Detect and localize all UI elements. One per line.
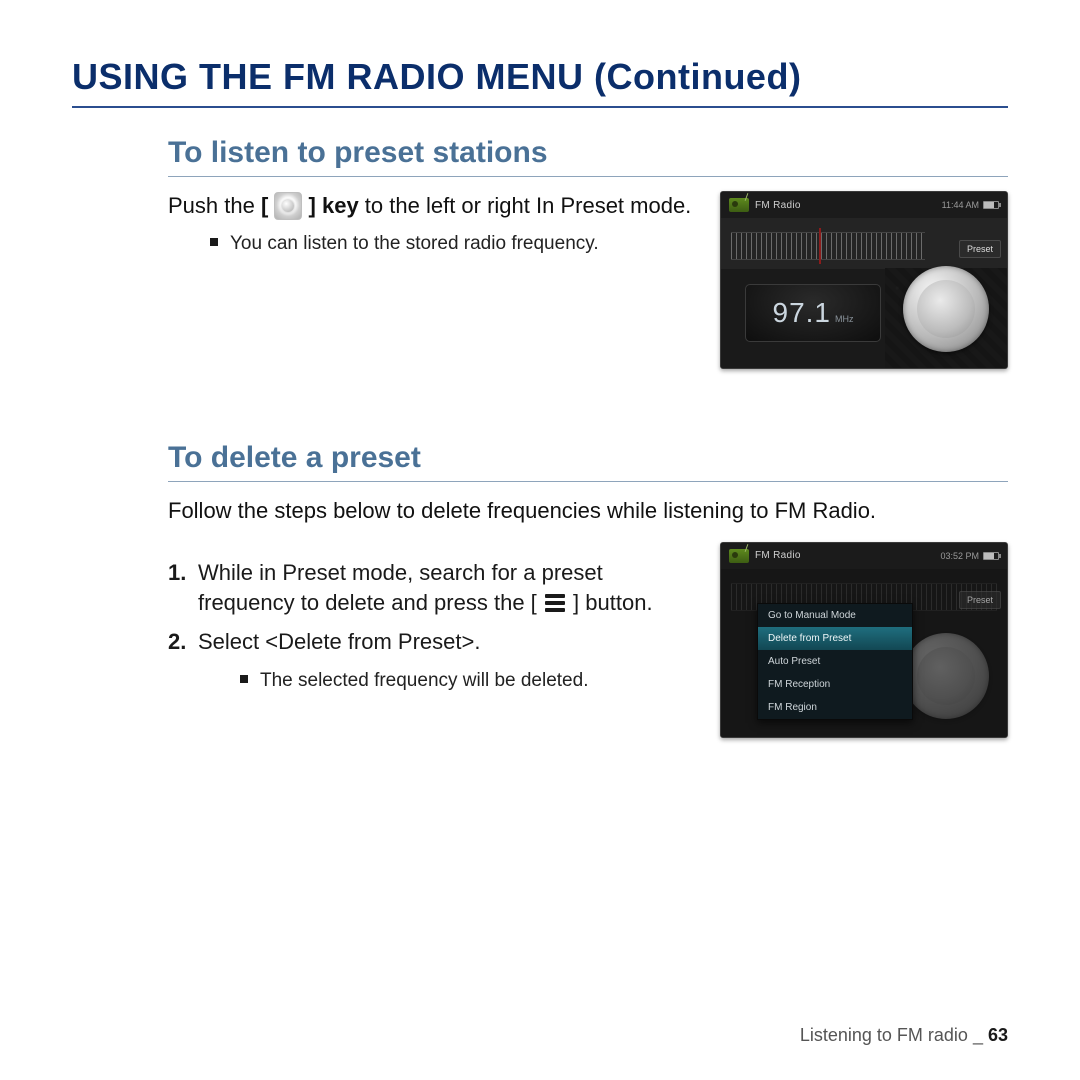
- section1-title: To listen to preset stations: [168, 136, 1008, 177]
- menu-item-delete-preset: Delete from Preset: [758, 627, 912, 650]
- text: Push the: [168, 193, 261, 218]
- frequency-value: 97.1: [773, 285, 832, 329]
- key-label: key: [316, 193, 359, 218]
- text: to the left or right In Preset mode.: [359, 193, 692, 218]
- frequency-unit: MHz: [835, 314, 854, 332]
- status-bar: 11:44 AM: [942, 200, 999, 210]
- bracket-open: [: [261, 193, 268, 218]
- text: .: [474, 629, 480, 654]
- frequency-display: 97.1 MHz: [745, 284, 881, 342]
- screenshot-title: FM Radio: [755, 200, 801, 211]
- tuning-scale: [731, 232, 925, 260]
- tuning-needle: [819, 228, 821, 264]
- nav-key-icon: [274, 192, 302, 220]
- fm-radio-screenshot-menu: FM Radio 03:52 PM Preset Go to Manual Mo…: [720, 542, 1008, 738]
- list-item: The selected frequency will be deleted.: [240, 668, 698, 695]
- fm-radio-screenshot-preset: FM Radio 11:44 AM Preset 97.1 MHz: [720, 191, 1008, 369]
- screenshot-title: FM Radio: [755, 550, 801, 561]
- bracket-open: [: [531, 590, 537, 615]
- radio-icon: [729, 549, 749, 563]
- page-title: USING THE FM RADIO MENU (Continued): [72, 56, 1008, 108]
- menu-item-fm-region: FM Region: [758, 696, 912, 719]
- preset-badge: Preset: [959, 591, 1001, 609]
- section2-steps: While in Preset mode, search for a prese…: [168, 558, 698, 695]
- clock-text: 11:44 AM: [942, 200, 979, 210]
- text: Select: [198, 629, 265, 654]
- section1-bullets: You can listen to the stored radio frequ…: [210, 231, 698, 258]
- context-menu: Go to Manual Mode Delete from Preset Aut…: [757, 603, 913, 720]
- menu-icon: [543, 593, 567, 613]
- battery-icon: [983, 552, 999, 560]
- menu-item-auto-preset: Auto Preset: [758, 650, 912, 673]
- step-1: While in Preset mode, search for a prese…: [168, 558, 698, 620]
- step-2: Select <Delete from Preset>. The selecte…: [168, 627, 698, 694]
- clock-text: 03:52 PM: [940, 551, 979, 561]
- section2-title: To delete a preset: [168, 441, 1008, 482]
- list-item: You can listen to the stored radio frequ…: [210, 231, 698, 258]
- menu-item-fm-reception: FM Reception: [758, 673, 912, 696]
- page-number: 63: [988, 1025, 1008, 1045]
- menu-item-manual-mode: Go to Manual Mode: [758, 604, 912, 627]
- text: .: [646, 590, 652, 615]
- section1-paragraph: Push the [ ] key to the left or right In…: [168, 191, 698, 221]
- bracket-close: ]: [309, 193, 316, 218]
- tuning-knob: [903, 633, 989, 719]
- radio-icon: [729, 198, 749, 212]
- section2-lead: Follow the steps below to delete frequen…: [168, 496, 1008, 526]
- status-bar: 03:52 PM: [940, 551, 999, 561]
- menu-option-bold: <Delete from Preset>: [265, 629, 474, 654]
- page-footer: Listening to FM radio _ 63: [800, 1025, 1008, 1046]
- button-label: button: [579, 590, 646, 615]
- tuning-knob: [903, 266, 989, 352]
- footer-text: Listening to FM radio _: [800, 1025, 988, 1045]
- preset-badge: Preset: [959, 240, 1001, 258]
- battery-icon: [983, 201, 999, 209]
